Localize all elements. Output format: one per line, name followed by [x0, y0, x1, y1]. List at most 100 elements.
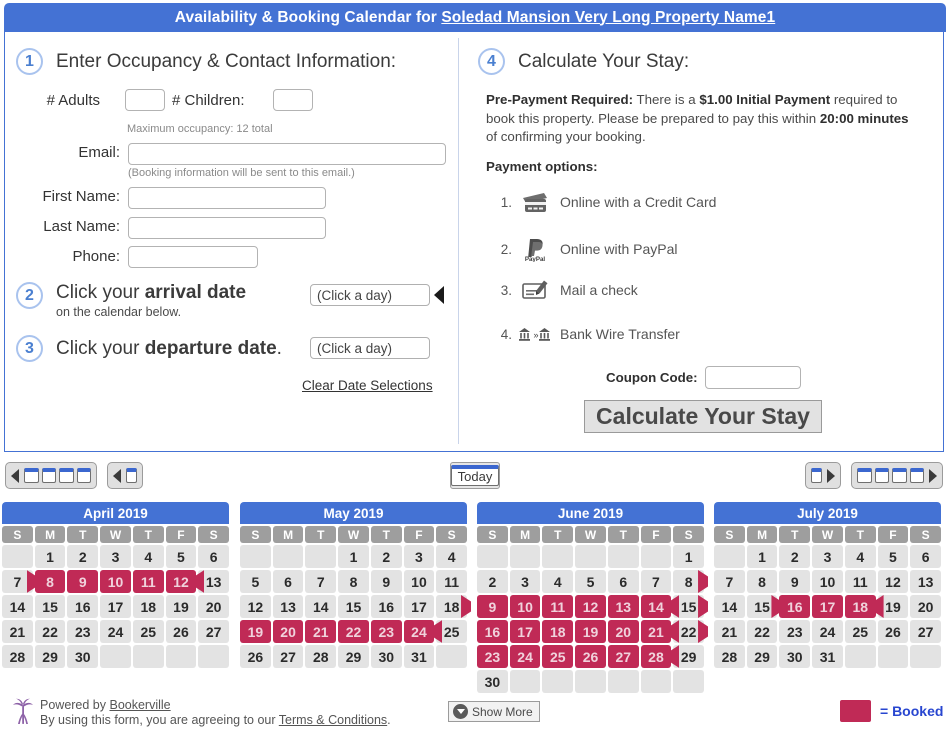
calendar-day-cell[interactable]: 17	[812, 595, 843, 618]
calendar-day-cell[interactable]: 5	[877, 545, 909, 568]
calendar-day-cell[interactable]: 7	[305, 570, 337, 593]
calendar-day-cell[interactable]: 15	[338, 595, 369, 618]
calendar-day-cell[interactable]: 26	[240, 645, 271, 668]
back-one-month-button[interactable]	[107, 462, 143, 489]
calendar-day-cell[interactable]: 17	[403, 595, 435, 618]
calendar-day-cell[interactable]: 20	[198, 595, 230, 618]
calendar-day-cell[interactable]: 12	[165, 570, 197, 593]
calendar-day-cell[interactable]: 13	[272, 595, 304, 618]
calendar-day-cell[interactable]: 30	[477, 670, 508, 693]
calendar-day-cell[interactable]: 5	[240, 570, 271, 593]
children-input[interactable]	[273, 89, 313, 111]
calendar-day-cell[interactable]: 20	[607, 620, 639, 643]
calendar-day-cell[interactable]: 24	[509, 645, 541, 668]
calendar-day-cell[interactable]: 5	[165, 545, 197, 568]
calendar-day-cell[interactable]: 1	[34, 545, 66, 568]
calendar-day-cell[interactable]: 28	[640, 645, 672, 668]
calendar-day-cell[interactable]: 25	[432, 620, 468, 643]
calendar-day-cell[interactable]: 6	[910, 545, 942, 568]
calendar-day-cell[interactable]: 5	[575, 570, 606, 593]
calendar-day-cell[interactable]: 16	[67, 595, 99, 618]
calendar-day-cell[interactable]: 30	[779, 645, 811, 668]
calendar-day-cell[interactable]: 22	[746, 620, 778, 643]
calendar-day-cell[interactable]: 28	[2, 645, 33, 668]
departure-date-field[interactable]: (Click a day)	[310, 337, 430, 359]
calendar-day-cell[interactable]: 29	[669, 645, 705, 668]
calendar-day-cell[interactable]: 22	[34, 620, 66, 643]
calendar-day-cell[interactable]: 29	[34, 645, 66, 668]
calendar-day-cell[interactable]: 4	[844, 545, 876, 568]
calendar-day-cell[interactable]: 19	[873, 595, 909, 618]
calendar-day-cell[interactable]: 13	[607, 595, 639, 618]
calendar-day-cell[interactable]: 14	[714, 595, 745, 618]
calendar-day-cell[interactable]: 14	[305, 595, 337, 618]
calendar-day-cell[interactable]: 8	[34, 570, 66, 593]
calendar-day-cell[interactable]: 13	[194, 570, 230, 593]
calendar-day-cell[interactable]: 28	[305, 645, 337, 668]
calendar-day-cell[interactable]: 21	[714, 620, 745, 643]
calendar-day-cell[interactable]: 11	[542, 595, 574, 618]
calendar-day-cell[interactable]: 23	[477, 645, 508, 668]
calendar-day-cell[interactable]: 14	[640, 595, 672, 618]
calendar-day-cell[interactable]: 1	[746, 545, 778, 568]
calendar-day-cell[interactable]: 24	[812, 620, 843, 643]
calendar-day-cell[interactable]: 15	[669, 595, 709, 618]
calendar-day-cell[interactable]: 13	[910, 570, 942, 593]
calendar-day-cell[interactable]: 30	[370, 645, 402, 668]
calendar-day-cell[interactable]: 12	[240, 595, 271, 618]
calendar-day-cell[interactable]: 27	[272, 645, 304, 668]
calendar-day-cell[interactable]: 10	[812, 570, 843, 593]
calendar-day-cell[interactable]: 9	[67, 570, 99, 593]
clear-date-selections-link[interactable]: Clear Date Selections	[302, 378, 433, 393]
calendar-day-cell[interactable]: 17	[509, 620, 541, 643]
arrival-date-field[interactable]: (Click a day)	[310, 284, 430, 306]
bookerville-link[interactable]: Bookerville	[109, 698, 170, 712]
calendar-day-cell[interactable]: 19	[240, 620, 271, 643]
calendar-day-cell[interactable]: 14	[2, 595, 33, 618]
calendar-day-cell[interactable]: 6	[272, 570, 304, 593]
calendar-day-cell[interactable]: 7	[2, 570, 37, 593]
last-name-input[interactable]	[128, 217, 326, 239]
calendar-day-cell[interactable]: 29	[338, 645, 369, 668]
calendar-day-cell[interactable]: 20	[272, 620, 304, 643]
calendar-day-cell[interactable]: 4	[542, 570, 574, 593]
calendar-day-cell[interactable]: 1	[338, 545, 369, 568]
calendar-day-cell[interactable]: 6	[607, 570, 639, 593]
calendar-day-cell[interactable]: 29	[746, 645, 778, 668]
calendar-day-cell[interactable]: 12	[575, 595, 606, 618]
calendar-day-cell[interactable]: 8	[673, 570, 709, 593]
calendar-day-cell[interactable]: 18	[132, 595, 164, 618]
calendar-day-cell[interactable]: 31	[812, 645, 843, 668]
terms-and-conditions-link[interactable]: Terms & Conditions	[279, 713, 387, 727]
calendar-day-cell[interactable]: 27	[607, 645, 639, 668]
calendar-day-cell[interactable]: 18	[844, 595, 876, 618]
calendar-day-cell[interactable]: 23	[67, 620, 99, 643]
calculate-your-stay-button[interactable]: Calculate Your Stay	[584, 400, 822, 433]
calendar-day-cell[interactable]: 10	[100, 570, 131, 593]
calendar-day-cell[interactable]: 31	[403, 645, 435, 668]
calendar-day-cell[interactable]: 2	[370, 545, 402, 568]
calendar-day-cell[interactable]: 15	[746, 595, 782, 618]
calendar-day-cell[interactable]: 22	[669, 620, 709, 643]
calendar-day-cell[interactable]: 10	[403, 570, 435, 593]
calendar-day-cell[interactable]: 26	[877, 620, 909, 643]
calendar-day-cell[interactable]: 24	[100, 620, 131, 643]
calendar-day-cell[interactable]: 10	[509, 595, 541, 618]
forward-four-months-button[interactable]	[851, 462, 943, 489]
adults-input[interactable]	[125, 89, 165, 111]
calendar-day-cell[interactable]: 16	[779, 595, 811, 618]
calendar-day-cell[interactable]: 23	[370, 620, 402, 643]
calendar-day-cell[interactable]: 7	[714, 570, 745, 593]
calendar-day-cell[interactable]: 24	[403, 620, 435, 643]
calendar-day-cell[interactable]: 1	[673, 545, 705, 568]
calendar-day-cell[interactable]: 16	[370, 595, 402, 618]
show-more-button[interactable]: Show More	[448, 701, 540, 722]
calendar-day-cell[interactable]: 27	[198, 620, 230, 643]
calendar-day-cell[interactable]: 27	[910, 620, 942, 643]
calendar-day-cell[interactable]: 4	[436, 545, 468, 568]
calendar-day-cell[interactable]: 28	[714, 645, 745, 668]
calendar-day-cell[interactable]: 22	[338, 620, 369, 643]
calendar-day-cell[interactable]: 26	[165, 620, 197, 643]
email-input[interactable]	[128, 143, 446, 165]
calendar-day-cell[interactable]: 25	[844, 620, 876, 643]
